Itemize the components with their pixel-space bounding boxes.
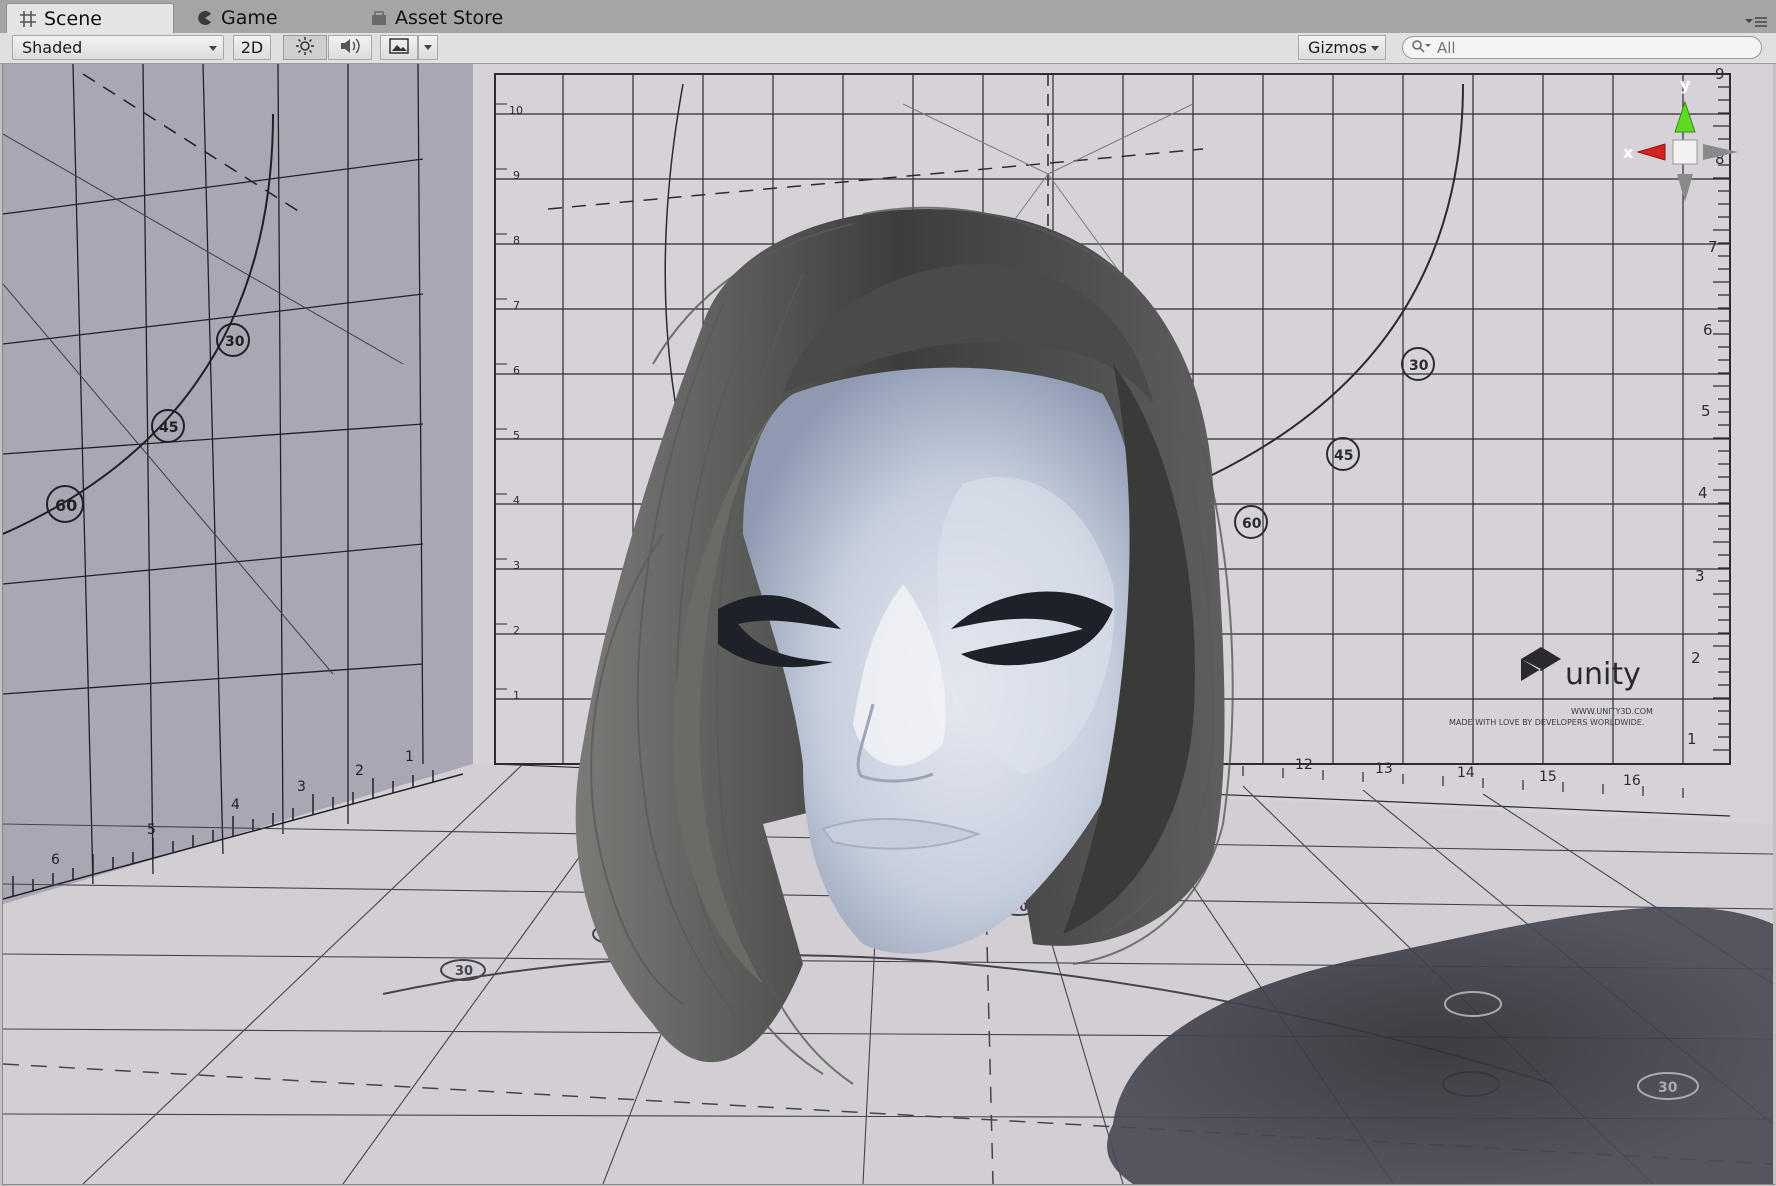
search-icon [1411,38,1431,57]
ruler-label: 12 [1295,757,1313,773]
tab-asset-store[interactable]: Asset Store [368,3,590,33]
angle-label-45: 45 [1334,448,1353,464]
sun-icon [295,36,315,60]
window-menu-icon[interactable] [1744,14,1768,28]
tab-bar: Scene Game Asset Store [0,0,1776,34]
gizmos-dropdown[interactable]: Gizmos [1298,35,1386,60]
ruler-label: 6 [51,852,60,868]
ruler-label: 3 [297,779,306,795]
ruler-label: 3 [513,559,520,572]
chevron-down-icon [424,45,432,50]
unity-url-text: WWW.UNITY3D.COM [1571,707,1653,716]
ruler-label: 7 [1708,238,1718,256]
scene-audio-toggle[interactable] [328,35,372,60]
ruler-label: 5 [1701,402,1711,420]
ruler-label: 6 [513,364,520,377]
ruler-label: 2 [513,624,520,637]
shading-mode-label: Shaded [22,38,83,57]
scene-lighting-toggle[interactable] [283,35,327,60]
angle-label-60: 60 [55,496,77,515]
search-input[interactable] [1435,37,1739,58]
ruler-label: 5 [513,429,520,442]
hierarchy-search[interactable] [1402,36,1762,59]
bag-icon [370,9,388,27]
speaker-icon [339,36,361,60]
ruler-label: 14 [1457,765,1475,781]
image-icon [389,37,409,58]
2d-mode-label: 2D [240,38,264,57]
ruler-label: 1 [405,749,414,765]
scene-viewport[interactable]: 30 45 60 9 8 7 6 5 4 3 2 1 10 9 8 7 6 5 … [2,64,1775,1185]
ruler-label: 13 [1375,761,1393,777]
ruler-label: 7 [513,299,520,312]
angle-label-30: 30 [225,334,245,350]
tab-game[interactable]: Game [190,3,346,33]
angle-label-30: 30 [1409,358,1429,374]
ruler-label: 3 [1695,567,1705,585]
ruler-label: 6 [1703,321,1713,339]
2d-mode-button[interactable]: 2D [233,35,271,60]
gizmos-label: Gizmos [1308,38,1367,57]
grid-icon [19,10,37,28]
ruler-label: 4 [1698,484,1708,502]
left-wall [3,64,473,904]
floor-angle-label: 30 [1658,1080,1678,1096]
shading-mode-dropdown[interactable]: Shaded [12,35,224,60]
ruler-label: 15 [1539,769,1557,785]
ruler-label: 8 [513,234,520,247]
scene-effects-toggle[interactable] [380,35,418,60]
chevron-down-icon [209,46,217,51]
ruler-label: 4 [513,494,520,507]
gizmo-center-cube[interactable] [1672,139,1698,165]
unity-tagline: MADE WITH LOVE BY DEVELOPERS WORLDWIDE. [1449,718,1644,727]
ruler-label: 2 [1691,649,1701,667]
unity-logo-text: unity [1565,657,1641,692]
ruler-label: 4 [231,797,240,813]
tab-game-label: Game [221,7,278,29]
pacman-icon [196,9,214,27]
floor-angle-label: 30 [455,964,473,979]
gizmo-x-label: x [1623,143,1634,162]
ruler-label: 9 [1715,65,1725,83]
scene-toolbar: Shaded 2D Gizmos [0,33,1776,64]
ruler-label: 16 [1623,773,1641,789]
tab-scene-label: Scene [44,7,102,30]
ruler-label: 5 [147,822,156,838]
ruler-label: 1 [513,689,520,702]
ruler-label: 10 [509,104,523,117]
tab-scene[interactable]: Scene [6,3,174,33]
gizmo-y-label: y [1680,75,1691,94]
scene-editor-window: Scene Game Asset Store Shaded 2D Gizmos … [0,0,1776,1186]
tab-asset-store-label: Asset Store [395,7,504,29]
angle-label-45: 45 [159,420,178,436]
angle-label-60: 60 [1242,516,1262,532]
effects-dropdown-button[interactable] [418,35,438,60]
ruler-label: 1 [1687,730,1697,748]
chevron-down-icon [1371,46,1379,51]
ruler-label: 2 [355,763,364,779]
ruler-label: 9 [513,169,520,182]
